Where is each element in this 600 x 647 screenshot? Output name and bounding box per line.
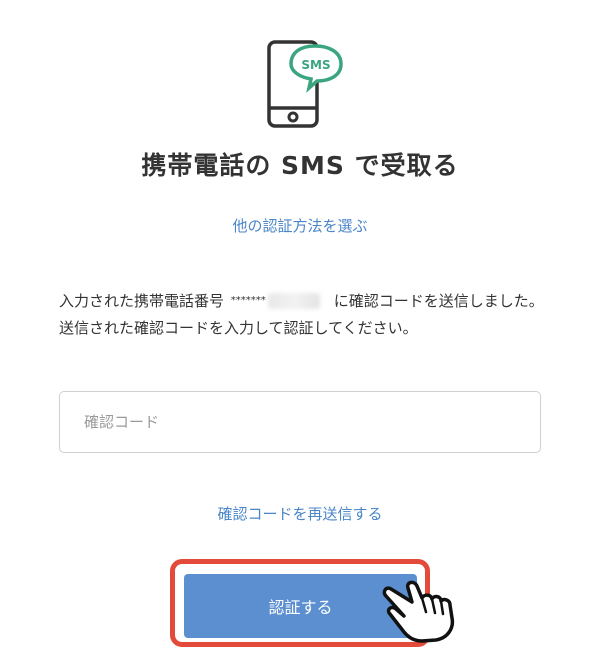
page-title: 携帯電話の SMS で受取る xyxy=(141,151,459,180)
verification-code-input[interactable] xyxy=(59,391,541,453)
svg-text:SMS: SMS xyxy=(301,58,330,72)
choose-other-method-link[interactable]: 他の認証方法を選ぶ xyxy=(0,215,600,236)
blurred-phone-digits xyxy=(267,293,320,309)
message-line1-after: に確認コードを送信しました。 xyxy=(333,292,544,310)
phone-sms-icon: SMS xyxy=(267,40,343,128)
instruction-text: 入力された携帯電話番号 ******* に確認コードを送信しました。 送信された確… xyxy=(59,287,545,342)
message-line-1: 入力された携帯電話番号 ******* に確認コードを送信しました。 xyxy=(59,287,545,315)
hand-pointer-icon xyxy=(382,580,455,643)
message-line1-before: 入力された携帯電話番号 xyxy=(59,292,225,310)
masked-phone-number: ******* xyxy=(230,295,266,306)
resend-code-link[interactable]: 確認コードを再送信する xyxy=(0,503,600,524)
message-line-2: 送信された確認コードを入力して認証してください。 xyxy=(59,319,418,337)
